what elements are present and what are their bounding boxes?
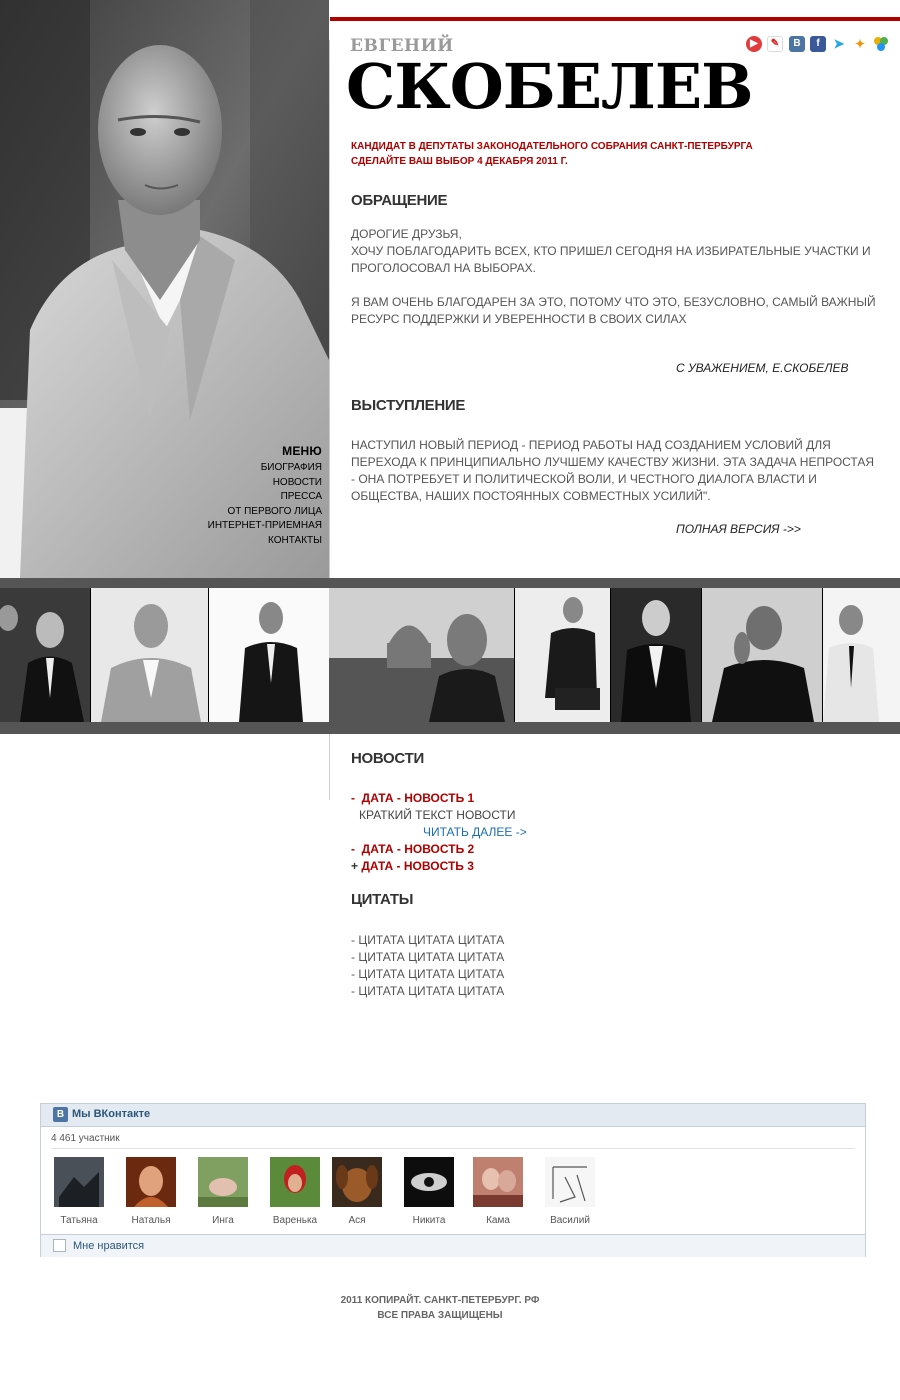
quote-item: - ЦИТАТА ЦИТАТА ЦИТАТА bbox=[351, 984, 505, 998]
menu-item-first-person[interactable]: ОТ ПЕРВОГО ЛИЦА bbox=[150, 505, 322, 520]
strip-photo-2[interactable] bbox=[91, 588, 208, 722]
news-item-1-brief: КРАТКИЙ ТЕКСТ НОВОСТИ bbox=[359, 808, 516, 822]
news-item-2-link[interactable]: ДАТА - НОВОСТЬ 2 bbox=[362, 842, 475, 856]
quote-item: - ЦИТАТА ЦИТАТА ЦИТАТА bbox=[351, 950, 505, 964]
vk-member[interactable]: Татьяна bbox=[49, 1157, 109, 1226]
moimir-icon[interactable] bbox=[873, 36, 889, 52]
read-more-link[interactable]: ЧИТАТЬ ДАЛЕЕ -> bbox=[351, 824, 527, 841]
vk-member-count: 4 461 участник bbox=[51, 1133, 120, 1144]
strip-photo-6[interactable] bbox=[611, 588, 701, 722]
photo-strip bbox=[0, 588, 900, 722]
quote-item: - ЦИТАТА ЦИТАТА ЦИТАТА bbox=[351, 933, 505, 947]
menu-item-press[interactable]: ПРЕССА bbox=[150, 490, 322, 505]
vk-member-name: Василий bbox=[550, 1215, 590, 1226]
appeal-text: ДОРОГИЕ ДРУЗЬЯ, ХОЧУ ПОБЛАГОДАРИТЬ ВСЕХ,… bbox=[351, 226, 881, 328]
news-list: - ДАТА - НОВОСТЬ 1 КРАТКИЙ ТЕКСТ НОВОСТИ… bbox=[351, 790, 527, 875]
news-item-2: - ДАТА - НОВОСТЬ 2 bbox=[351, 841, 527, 858]
youtube-icon[interactable]: ▶ bbox=[746, 36, 762, 52]
menu-item-internet-reception[interactable]: ИНТЕРНЕТ-ПРИЕМНАЯ bbox=[150, 519, 322, 534]
quote-item: - ЦИТАТА ЦИТАТА ЦИТАТА bbox=[351, 967, 505, 981]
footer-rights: ВСЕ ПРАВА ЗАЩИЩЕНЫ bbox=[377, 1310, 503, 1321]
footer-copyright: 2011 КОПИРАЙТ. САНКТ-ПЕТЕРБУРГ. РФ bbox=[340, 1295, 540, 1306]
vk-member-name: Татьяна bbox=[60, 1215, 98, 1226]
news-item-1: - ДАТА - НОВОСТЬ 1 bbox=[351, 790, 527, 807]
vk-member[interactable]: Наталья bbox=[121, 1157, 181, 1226]
vk-member-avatar bbox=[332, 1157, 382, 1207]
vk-member-avatar bbox=[545, 1157, 595, 1207]
news-item-2-prefix: - bbox=[351, 842, 355, 856]
vk-member-avatar bbox=[404, 1157, 454, 1207]
news-item-3-prefix[interactable]: + bbox=[351, 859, 358, 873]
appeal-line-3: Я ВАМ ОЧЕНЬ БЛАГОДАРЕН ЗА ЭТО, ПОТОМУ ЧТ… bbox=[351, 295, 876, 326]
vertical-divider-news bbox=[329, 734, 330, 800]
news-item-3: + ДАТА - НОВОСТЬ 3 bbox=[351, 858, 527, 875]
vertical-divider bbox=[329, 40, 330, 578]
quotes-title: ЦИТАТЫ bbox=[351, 891, 414, 908]
vk-member[interactable]: Василий bbox=[540, 1157, 600, 1226]
vk-separator bbox=[51, 1148, 855, 1149]
vk-community-widget: В Мы ВКонтакте 4 461 участник Татьяна На… bbox=[40, 1103, 866, 1257]
news-item-3-link[interactable]: ДАТА - НОВОСТЬ 3 bbox=[361, 859, 474, 873]
appeal-line-1: ДОРОГИЕ ДРУЗЬЯ, bbox=[351, 227, 462, 241]
last-name-logo: СКОБЕЛЕВ bbox=[346, 50, 753, 123]
speech-title: ВЫСТУПЛЕНИЕ bbox=[351, 397, 466, 414]
vk-member-avatar bbox=[198, 1157, 248, 1207]
menu-item-biography[interactable]: БИОГРАФИЯ bbox=[150, 461, 322, 476]
vk-member-name: Ася bbox=[348, 1215, 366, 1226]
vk-member[interactable]: Кама bbox=[468, 1157, 528, 1226]
strip-photo-4[interactable] bbox=[329, 588, 514, 722]
social-icons: ▶ ✎ В f ➤ ✦ bbox=[746, 36, 891, 54]
vk-logo-icon: В bbox=[53, 1107, 68, 1122]
main-menu: МЕНЮ БИОГРАФИЯ НОВОСТИ ПРЕССА ОТ ПЕРВОГО… bbox=[150, 444, 322, 548]
vk-member-avatar bbox=[54, 1157, 104, 1207]
appeal-title: ОБРАЩЕНИЕ bbox=[351, 192, 448, 209]
candidate-tagline: КАНДИДАТ В ДЕПУТАТЫ ЗАКОНОДАТЕЛЬНОГО СОБ… bbox=[351, 139, 753, 169]
menu-item-contacts[interactable]: КОНТАКТЫ bbox=[150, 534, 322, 549]
vk-widget-title[interactable]: Мы ВКонтакте bbox=[72, 1108, 150, 1120]
strip-photo-8[interactable] bbox=[823, 588, 900, 722]
photo-strip-top-bar bbox=[0, 578, 900, 588]
odnoklassniki-icon[interactable]: ✦ bbox=[852, 36, 868, 52]
news-title: НОВОСТИ bbox=[351, 750, 424, 767]
top-accent-line bbox=[330, 17, 900, 21]
vk-widget-footer: Мне нравится bbox=[41, 1234, 865, 1257]
strip-photo-5[interactable] bbox=[515, 588, 610, 722]
menu-item-news[interactable]: НОВОСТИ bbox=[150, 476, 322, 491]
vk-member[interactable]: Никита bbox=[399, 1157, 459, 1226]
full-version-link[interactable]: ПОЛНАЯ ВЕРСИЯ ->> bbox=[676, 522, 801, 536]
speech-text: НАСТУПИЛ НОВЫЙ ПЕРИОД - ПЕРИОД РАБОТЫ НА… bbox=[351, 438, 875, 503]
vk-member-avatar bbox=[270, 1157, 320, 1207]
like-label[interactable]: Мне нравится bbox=[73, 1240, 144, 1252]
menu-title: МЕНЮ bbox=[282, 444, 322, 458]
vk-member-avatar bbox=[126, 1157, 176, 1207]
twitter-icon[interactable]: ➤ bbox=[831, 36, 847, 52]
appeal-signature: С УВАЖЕНИЕМ, Е.СКОБЕЛЕВ bbox=[676, 361, 849, 375]
vk-member[interactable]: Варенька bbox=[265, 1157, 325, 1226]
vk-member-avatar bbox=[473, 1157, 523, 1207]
strip-photo-3[interactable] bbox=[209, 588, 329, 722]
vk-member-name: Никита bbox=[412, 1215, 446, 1226]
appeal-line-2: ХОЧУ ПОБЛАГОДАРИТЬ ВСЕХ, КТО ПРИШЕЛ СЕГО… bbox=[351, 244, 871, 275]
vk-member-name: Инга bbox=[212, 1215, 234, 1226]
strip-photo-7[interactable] bbox=[702, 588, 822, 722]
facebook-icon[interactable]: f bbox=[810, 36, 826, 52]
vkontakte-icon[interactable]: В bbox=[789, 36, 805, 52]
vk-member-name: Варенька bbox=[272, 1215, 318, 1226]
vk-widget-header: В Мы ВКонтакте bbox=[41, 1104, 865, 1127]
livejournal-icon[interactable]: ✎ bbox=[767, 36, 783, 52]
vk-member[interactable]: Ася bbox=[327, 1157, 387, 1226]
vk-member-name: Кама bbox=[486, 1215, 510, 1226]
news-item-1-link[interactable]: ДАТА - НОВОСТЬ 1 bbox=[362, 791, 475, 805]
footer: 2011 КОПИРАЙТ. САНКТ-ПЕТЕРБУРГ. РФ ВСЕ П… bbox=[0, 1293, 880, 1323]
strip-photo-1[interactable] bbox=[0, 588, 90, 722]
photo-strip-bottom-bar bbox=[0, 722, 900, 734]
vk-member[interactable]: Инга bbox=[193, 1157, 253, 1226]
candidate-line-1: КАНДИДАТ В ДЕПУТАТЫ ЗАКОНОДАТЕЛЬНОГО СОБ… bbox=[351, 141, 753, 152]
quotes-list: - ЦИТАТА ЦИТАТА ЦИТАТА - ЦИТАТА ЦИТАТА Ц… bbox=[351, 932, 504, 1000]
news-item-1-prefix: - bbox=[351, 791, 355, 805]
vk-member-name: Наталья bbox=[131, 1215, 171, 1226]
like-checkbox[interactable] bbox=[53, 1239, 66, 1252]
candidate-line-2: СДЕЛАЙТЕ ВАШ ВЫБОР 4 ДЕКАБРЯ 2011 Г. bbox=[351, 156, 568, 167]
